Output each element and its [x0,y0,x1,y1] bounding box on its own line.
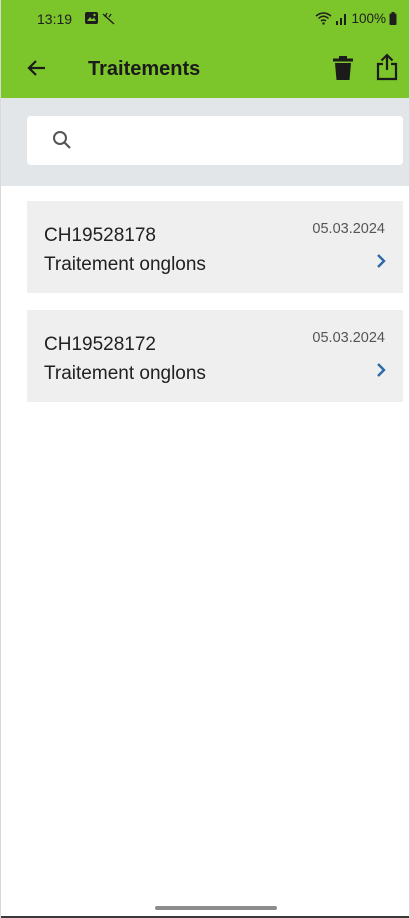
item-name: Traitement onglons [44,363,206,384]
toolbar: Traitements [1,36,409,98]
search-icon [53,131,71,149]
app-header: 13:19 100% Traitements [1,0,409,98]
notification-icons [85,12,115,25]
battery-percent: 100% [351,10,386,26]
item-date: 05.03.2024 [312,330,385,346]
home-indicator[interactable] [155,906,277,910]
chevron-right-icon [377,254,386,268]
share-icon[interactable] [375,53,399,81]
status-right: 100% [315,10,397,26]
search-area [1,98,409,186]
tools-icon [102,12,115,25]
list-item[interactable]: CH19528178 Traitement onglons 05.03.2024 [27,201,403,293]
item-id: CH19528172 [44,334,156,355]
trash-icon[interactable] [331,55,355,81]
wifi-icon [316,12,332,25]
battery-icon [389,11,397,25]
status-time: 13:19 [37,11,73,27]
status-bar: 13:19 100% [1,0,409,36]
signal-icon [336,13,347,25]
item-id: CH19528178 [44,225,156,246]
search-box[interactable] [27,116,403,167]
gallery-icon [85,12,98,24]
search-input[interactable] [87,116,391,167]
arrow-left-icon[interactable] [25,56,49,80]
app-screen: 13:19 100% Traitements CH19528178 Traite… [0,0,410,918]
list-item[interactable]: CH19528172 Traitement onglons 05.03.2024 [27,310,403,402]
item-date: 05.03.2024 [312,221,385,237]
item-name: Traitement onglons [44,254,206,275]
page-title: Traitements [88,58,201,80]
chevron-right-icon [377,363,386,377]
